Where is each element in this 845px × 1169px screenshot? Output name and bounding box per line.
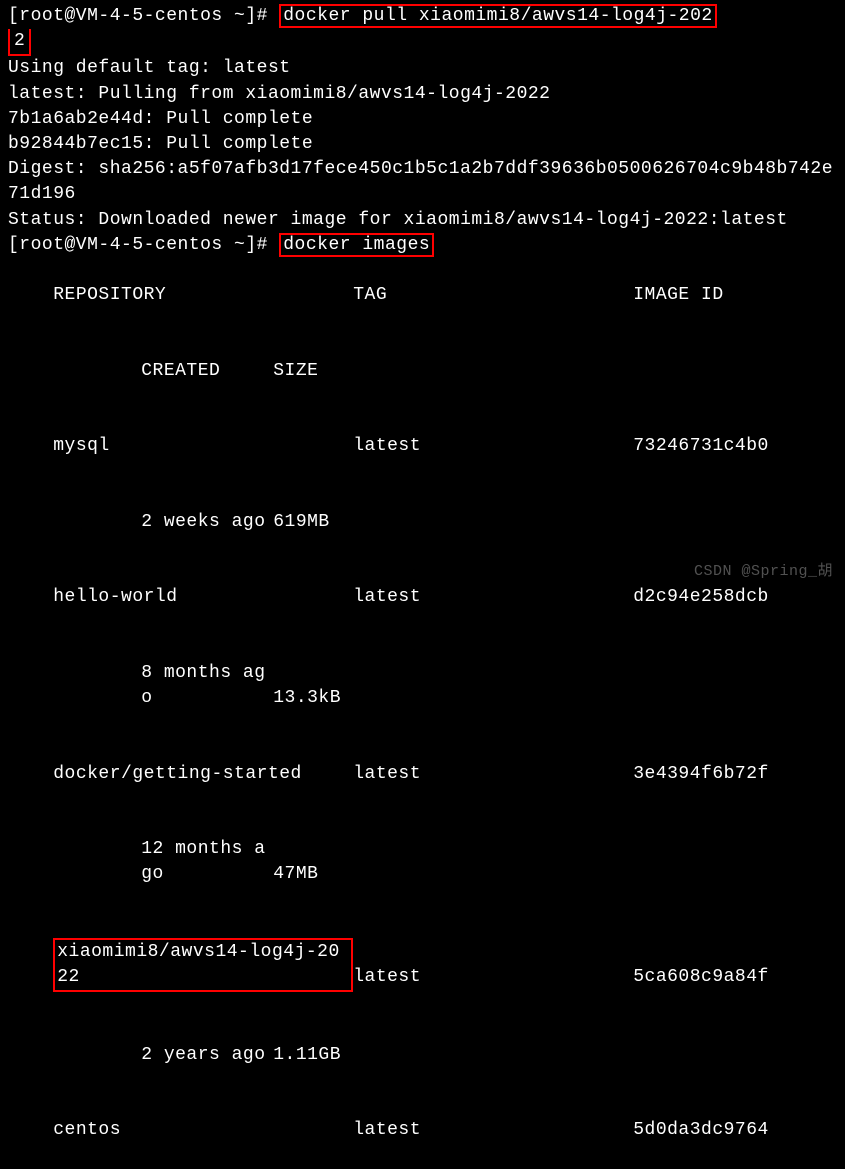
cell-repo: docker/getting-started xyxy=(53,762,353,787)
header-created: CREATED xyxy=(53,359,273,384)
watermark: CSDN @Spring_胡 xyxy=(694,561,833,582)
output-line: Status: Downloaded newer image for xiaom… xyxy=(8,208,837,233)
cell-created: 2 years ago xyxy=(53,1043,273,1068)
command-pull-part1: docker pull xiaomimi8/awvs14-log4j-202 xyxy=(279,4,716,28)
output-line: latest: Pulling from xiaomimi8/awvs14-lo… xyxy=(8,82,837,107)
output-line: 7b1a6ab2e44d: Pull complete xyxy=(8,107,837,132)
cell-tag: latest xyxy=(353,1118,633,1143)
cell-repo: centos xyxy=(53,1118,353,1143)
cell-created: 12 months ago xyxy=(53,837,273,887)
cell-created: 8 months ago xyxy=(53,661,273,711)
command-line-2: [root@VM-4-5-centos ~]# docker images xyxy=(8,233,837,258)
cell-repo: mysql xyxy=(53,434,353,459)
header-size: SIZE xyxy=(273,359,318,384)
command-line-1: [root@VM-4-5-centos ~]# docker pull xiao… xyxy=(8,4,837,29)
output-line: Digest: sha256:a5f07afb3d17fece450c1b5c1… xyxy=(8,157,837,207)
shell-prompt: [root@VM-4-5-centos ~]# xyxy=(8,235,279,255)
table-row: mysqllatest73246731c4b0 xyxy=(8,409,837,485)
shell-prompt: [root@VM-4-5-centos ~]# xyxy=(8,6,279,26)
cell-id: 5ca608c9a84f xyxy=(633,965,769,990)
output-line: b92844b7ec15: Pull complete xyxy=(8,132,837,157)
header-repository: REPOSITORY xyxy=(53,283,353,308)
table-row-2: 2 years ago1.11GB xyxy=(8,1018,837,1094)
cell-tag: latest xyxy=(353,434,633,459)
output-line: Using default tag: latest xyxy=(8,56,837,81)
table-row-2: 8 months ago13.3kB xyxy=(8,636,837,737)
cell-id: 5d0da3dc9764 xyxy=(633,1118,769,1143)
table-row: centoslatest5d0da3dc9764 xyxy=(8,1093,837,1169)
table-row: xiaomimi8/awvs14-log4j-2022latest5ca608c… xyxy=(8,913,837,1018)
cell-tag: latest xyxy=(353,965,633,990)
table-row: docker/getting-startedlatest3e4394f6b72f xyxy=(8,736,837,812)
cell-id: 73246731c4b0 xyxy=(633,434,769,459)
cell-size: 1.11GB xyxy=(273,1043,341,1068)
cell-tag: latest xyxy=(353,585,633,610)
cell-created: 2 weeks ago xyxy=(53,510,273,535)
cell-id: d2c94e258dcb xyxy=(633,585,769,610)
command-images: docker images xyxy=(279,233,434,257)
cell-id: 3e4394f6b72f xyxy=(633,762,769,787)
header-image-id: IMAGE ID xyxy=(633,283,723,308)
cell-tag: latest xyxy=(353,762,633,787)
table-row-2: 2 weeks ago619MB xyxy=(8,485,837,561)
command-line-1-wrap: 2 xyxy=(8,29,837,56)
table-header-row2: CREATEDSIZE xyxy=(8,333,837,409)
cell-size: 13.3kB xyxy=(273,686,341,711)
terminal-output: [root@VM-4-5-centos ~]# docker pull xiao… xyxy=(8,4,837,1169)
command-pull-part2: 2 xyxy=(8,29,31,56)
cell-repo-highlighted: xiaomimi8/awvs14-log4j-2022 xyxy=(53,938,353,992)
table-row-2: 12 months ago47MB xyxy=(8,812,837,913)
cell-size: 47MB xyxy=(273,862,318,887)
table-header-row: REPOSITORYTAGIMAGE ID xyxy=(8,258,837,334)
cell-size: 619MB xyxy=(273,510,330,535)
cell-repo: hello-world xyxy=(53,585,353,610)
header-tag: TAG xyxy=(353,283,633,308)
